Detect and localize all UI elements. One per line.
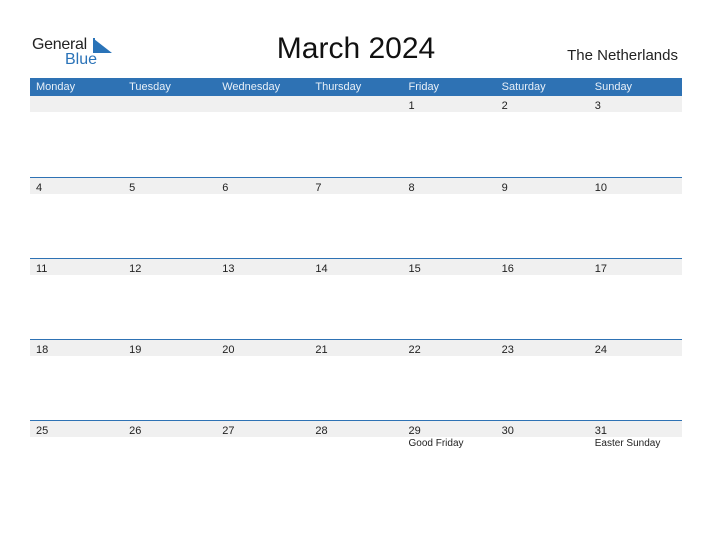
- day-cell: [123, 96, 216, 112]
- day-number: 9: [501, 182, 508, 194]
- week-row: 11 12 13 14 15 16 17: [30, 258, 682, 339]
- day-cell: 26: [123, 421, 216, 437]
- day-cell: 13: [216, 259, 309, 275]
- week-row: 1 2 3: [30, 96, 682, 177]
- day-cell: 25: [30, 421, 123, 437]
- day-cell: 2: [496, 96, 589, 112]
- weekday-thursday: Thursday: [315, 81, 362, 93]
- day-number-bar: 11 12 13 14 15 16 17: [30, 259, 682, 275]
- day-number: 14: [315, 263, 328, 275]
- day-cell: 22: [403, 340, 496, 356]
- weeks-container: 1 2 3 4 5 6 7 8 9 10 11 12 13 14 15 16 17 18 19 20 21 22 23 24 2…: [30, 96, 682, 501]
- day-number: 11: [36, 263, 48, 275]
- week-row: 4 5 6 7 8 9 10: [30, 177, 682, 258]
- day-number: 5: [129, 182, 136, 194]
- day-number: 3: [594, 100, 601, 112]
- weekday-friday: Friday: [408, 81, 440, 93]
- day-cell: 18: [30, 340, 123, 356]
- calendar-grid: Monday Tuesday Wednesday Thursday Friday…: [30, 78, 682, 501]
- day-number: 25: [36, 425, 49, 437]
- day-number: 31: [594, 425, 607, 437]
- day-cell: 10: [589, 178, 682, 194]
- day-cell: [30, 96, 123, 112]
- week-row: 25 26 27 28 29 Good Friday 30 31 Easter Sunday: [30, 420, 682, 501]
- day-number: 16: [501, 263, 514, 275]
- day-cell: 4: [30, 178, 123, 194]
- day-number: 23: [501, 344, 514, 356]
- day-cell: 12: [123, 259, 216, 275]
- day-cell: 3: [589, 96, 682, 112]
- week-row: 18 19 20 21 22 23 24: [30, 339, 682, 420]
- day-cell: 17: [589, 259, 682, 275]
- day-number-bar: 4 5 6 7 8 9 10: [30, 178, 682, 194]
- day-number: 27: [222, 425, 235, 437]
- country-label: The Netherlands: [567, 47, 678, 64]
- holiday-label: Good Friday: [408, 438, 464, 449]
- day-number-bar: 1 2 3: [30, 96, 682, 112]
- day-cell: 16: [496, 259, 589, 275]
- weekday-tuesday: Tuesday: [129, 81, 171, 93]
- day-cell: 27: [216, 421, 309, 437]
- day-number: 13: [222, 263, 235, 275]
- day-number: 2: [501, 100, 508, 112]
- day-cell: 1: [403, 96, 496, 112]
- day-cell: 7: [309, 178, 402, 194]
- day-number: 22: [408, 344, 421, 356]
- day-number: 30: [501, 425, 514, 437]
- day-cell: 28: [309, 421, 402, 437]
- day-cell: [216, 96, 309, 112]
- day-cell: 20: [216, 340, 309, 356]
- weekday-saturday: Saturday: [501, 81, 546, 93]
- weekday-header: Monday Tuesday Wednesday Thursday Friday…: [30, 78, 682, 96]
- day-number: 20: [222, 344, 235, 356]
- day-number: 15: [408, 263, 421, 275]
- day-number: 10: [594, 182, 607, 194]
- day-number: 4: [36, 182, 43, 194]
- day-number: 17: [594, 263, 607, 275]
- weekday-wednesday: Wednesday: [222, 81, 281, 93]
- day-number: 8: [408, 182, 415, 194]
- day-cell: 6: [216, 178, 309, 194]
- day-number: 29: [408, 425, 421, 437]
- day-number: 19: [129, 344, 142, 356]
- holiday-label: Easter Sunday: [594, 438, 661, 449]
- day-number: 18: [36, 344, 49, 356]
- day-cell: 9: [496, 178, 589, 194]
- weekday-sunday: Sunday: [594, 81, 633, 93]
- day-cell: 30: [496, 421, 589, 437]
- day-number: 26: [129, 425, 142, 437]
- day-number-bar: 25 26 27 28 29 Good Friday 30 31 Easter Sunday: [30, 421, 682, 449]
- day-cell: [309, 96, 402, 112]
- day-cell: 11: [30, 259, 123, 275]
- day-cell: 15: [403, 259, 496, 275]
- day-number: 28: [315, 425, 328, 437]
- day-number: 6: [222, 182, 229, 194]
- day-cell: 29 Good Friday: [403, 421, 496, 449]
- weekday-monday: Monday: [36, 81, 76, 93]
- day-cell: 24: [589, 340, 682, 356]
- day-number: 7: [315, 182, 322, 194]
- day-cell: 31 Easter Sunday: [589, 421, 682, 449]
- day-cell: 23: [496, 340, 589, 356]
- day-number: 12: [129, 263, 142, 275]
- day-number: 21: [315, 344, 328, 356]
- day-cell: 19: [123, 340, 216, 356]
- day-cell: 8: [403, 178, 496, 194]
- day-cell: 5: [123, 178, 216, 194]
- day-number: 1: [408, 100, 415, 112]
- day-cell: 14: [309, 259, 402, 275]
- day-cell: 21: [309, 340, 402, 356]
- day-number-bar: 18 19 20 21 22 23 24: [30, 340, 682, 356]
- day-number: 24: [594, 344, 607, 356]
